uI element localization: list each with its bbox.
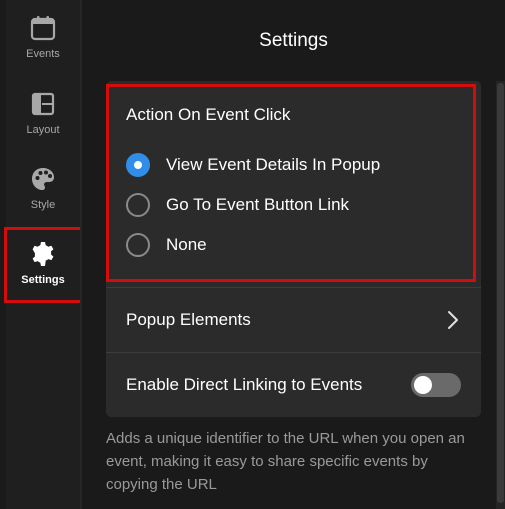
- scrollbar-thumb[interactable]: [497, 83, 504, 503]
- direct-linking-row: Enable Direct Linking to Events: [106, 353, 481, 417]
- sidebar-item-layout[interactable]: Layout: [6, 90, 80, 160]
- highlight-box-settings-nav: [4, 227, 88, 303]
- help-text: Adds a unique identifier to the URL when…: [106, 430, 465, 493]
- calendar-icon: [29, 14, 57, 42]
- app-root: Events Layout Style Settings Settings Ac…: [0, 0, 505, 509]
- palette-icon: [29, 165, 57, 193]
- direct-linking-toggle[interactable]: [411, 373, 461, 397]
- sidebar-item-events[interactable]: Events: [6, 14, 80, 84]
- direct-linking-label: Enable Direct Linking to Events: [126, 375, 363, 394]
- chevron-right-icon: [445, 310, 461, 330]
- sidebar-item-label: Style: [30, 199, 56, 211]
- sidebar-item-style[interactable]: Style: [6, 165, 80, 235]
- layout-icon: [29, 90, 57, 118]
- sidebar-item-label: Layout: [26, 124, 60, 136]
- popup-elements-label: Popup Elements: [126, 310, 251, 329]
- sidebar-item-label: Events: [26, 48, 60, 60]
- popup-elements-row[interactable]: Popup Elements: [106, 288, 481, 352]
- page-title: Settings: [259, 30, 328, 51]
- highlight-box-action-section: [106, 84, 476, 282]
